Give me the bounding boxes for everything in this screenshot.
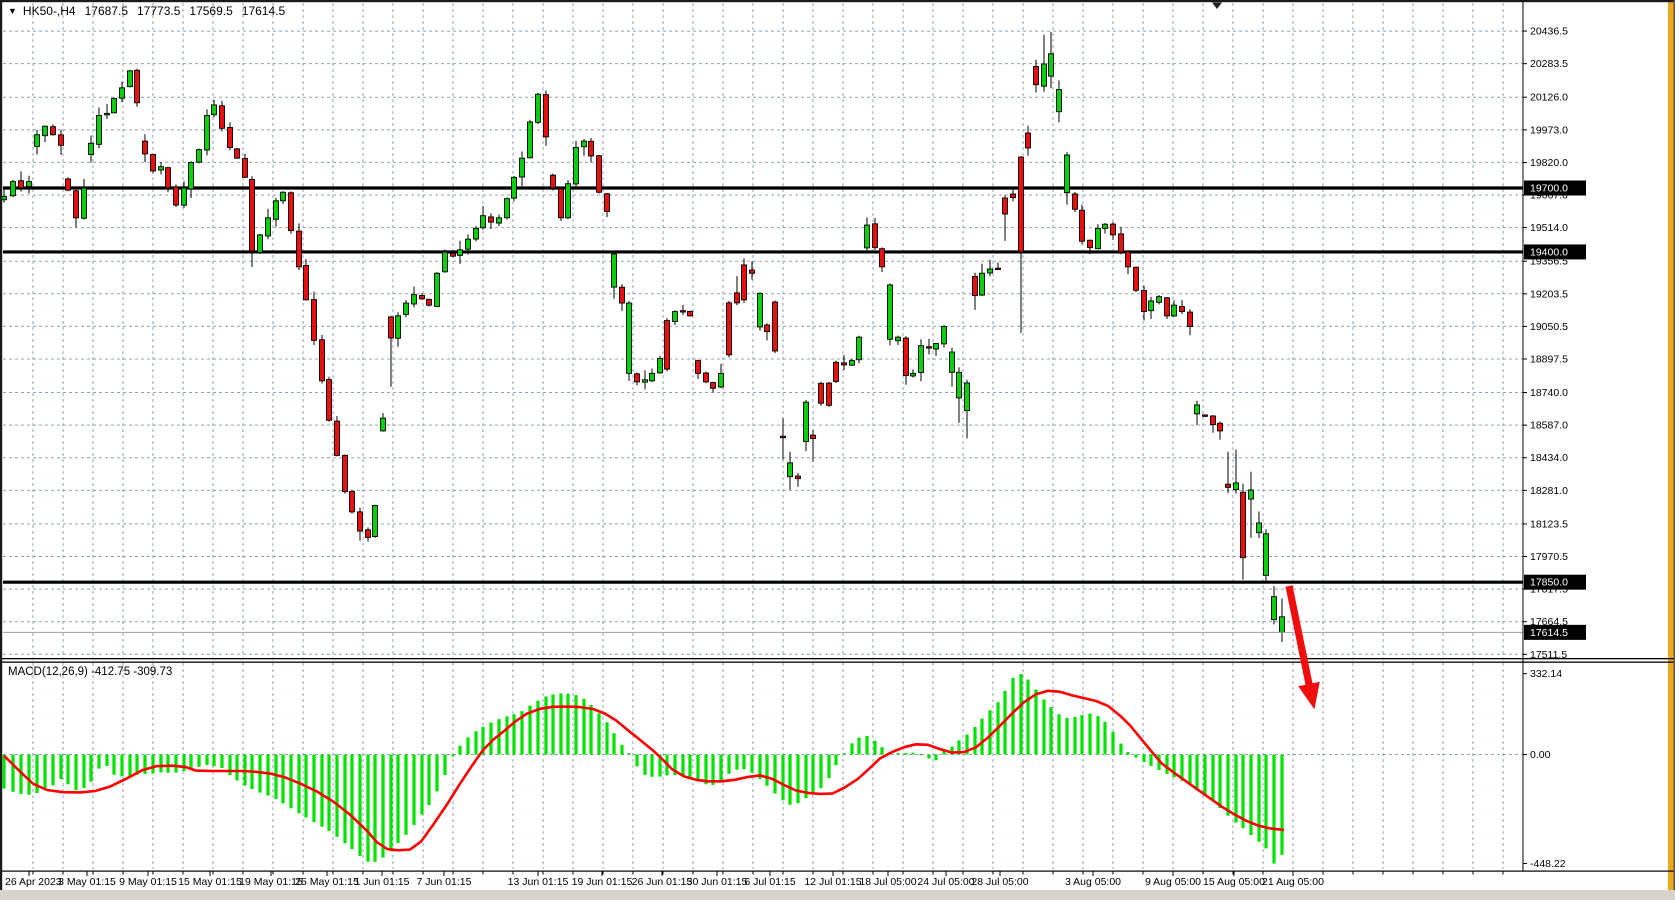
x-axis-label: 30 Jun 01:15 (687, 876, 748, 888)
x-axis-label: 7 Jun 01:15 (417, 876, 472, 888)
bottom-strip (0, 890, 1675, 900)
price-axis-label: 18587.0 (1530, 420, 1568, 432)
x-axis-label: 3 Aug 05:00 (1065, 876, 1121, 888)
price-axis-label: 18281.0 (1530, 485, 1568, 497)
price-axis-label: 17511.5 (1530, 649, 1567, 661)
price-axis-label: 19050.5 (1530, 321, 1568, 333)
x-axis-label: 26 Jun 01:15 (632, 876, 693, 888)
symbol-header[interactable]: ▼ HK50-,H4 17687.5 17773.5 17569.5 17614.5 (8, 4, 285, 18)
x-axis-label: 26 Apr 2023 (5, 876, 62, 888)
x-axis-label: 19 May 01:15 (239, 876, 303, 888)
price-axis-label: 19973.0 (1530, 124, 1568, 136)
x-axis-label: 19 Jun 01:15 (572, 876, 633, 888)
x-axis-label: 9 May 01:15 (119, 876, 177, 888)
ohlc-low: 17569.5 (189, 4, 232, 18)
ohlc-high: 17773.5 (137, 4, 180, 18)
price-level-badge-text: 17850.0 (1530, 577, 1568, 589)
chart-canvas[interactable]: 20436.520283.520126.019973.019820.019667… (0, 0, 1675, 900)
ohlc-open: 17687.5 (85, 4, 128, 18)
price-level-badge-text: 17614.5 (1530, 627, 1568, 639)
chevron-down-icon[interactable]: ▼ (8, 6, 17, 16)
price-axis-label: 20436.5 (1530, 26, 1568, 38)
x-axis-label: 3 May 01:15 (58, 876, 116, 888)
x-axis-label: 6 Jul 01:15 (744, 876, 796, 888)
x-axis-label: 28 Jul 05:00 (971, 876, 1028, 888)
x-axis-label: 12 Jul 01:15 (804, 876, 861, 888)
trading-chart-window: 20436.520283.520126.019973.019820.019667… (0, 0, 1675, 900)
x-axis-label: 24 Jul 05:00 (917, 876, 974, 888)
x-axis-label: 1 Jun 01:15 (355, 876, 410, 888)
price-axis-label: 18123.5 (1530, 518, 1568, 530)
window-right-edge (1668, 0, 1674, 890)
macd-axis-label: 332.14 (1530, 668, 1562, 680)
x-axis-label: 21 Aug 05:00 (1262, 876, 1324, 888)
x-axis-label: 13 Jun 01:15 (508, 876, 569, 888)
x-axis-label: 9 Aug 05:00 (1145, 876, 1201, 888)
price-axis-label: 20126.0 (1530, 92, 1568, 104)
x-axis-label: 15 May 01:15 (178, 876, 242, 888)
macd-indicator-label: MACD(12,26,9) -412.75 -309.73 (8, 666, 172, 678)
x-axis-label: 15 Aug 05:00 (1203, 876, 1265, 888)
x-axis-label: 18 Jul 05:00 (859, 876, 916, 888)
price-axis-label: 19820.0 (1530, 157, 1568, 169)
price-axis-label: 19514.0 (1530, 222, 1568, 234)
price-axis-label: 19203.5 (1530, 288, 1568, 300)
price-axis-label: 18740.0 (1530, 387, 1568, 399)
price-level-badge-text: 19700.0 (1530, 183, 1568, 195)
symbol-period-label: HK50-,H4 (23, 4, 76, 18)
price-axis-label: 17970.5 (1530, 551, 1568, 563)
price-axis-label: 18434.0 (1530, 452, 1568, 464)
price-axis-label: 20283.5 (1530, 58, 1568, 70)
x-axis-label: 25 May 01:15 (295, 876, 359, 888)
ohlc-close: 17614.5 (242, 4, 285, 18)
price-level-badge-text: 19400.0 (1530, 246, 1568, 258)
macd-axis-label: 0.00 (1530, 749, 1551, 761)
macd-axis-label: -448.22 (1530, 858, 1566, 870)
price-axis-label: 18897.5 (1530, 353, 1568, 365)
